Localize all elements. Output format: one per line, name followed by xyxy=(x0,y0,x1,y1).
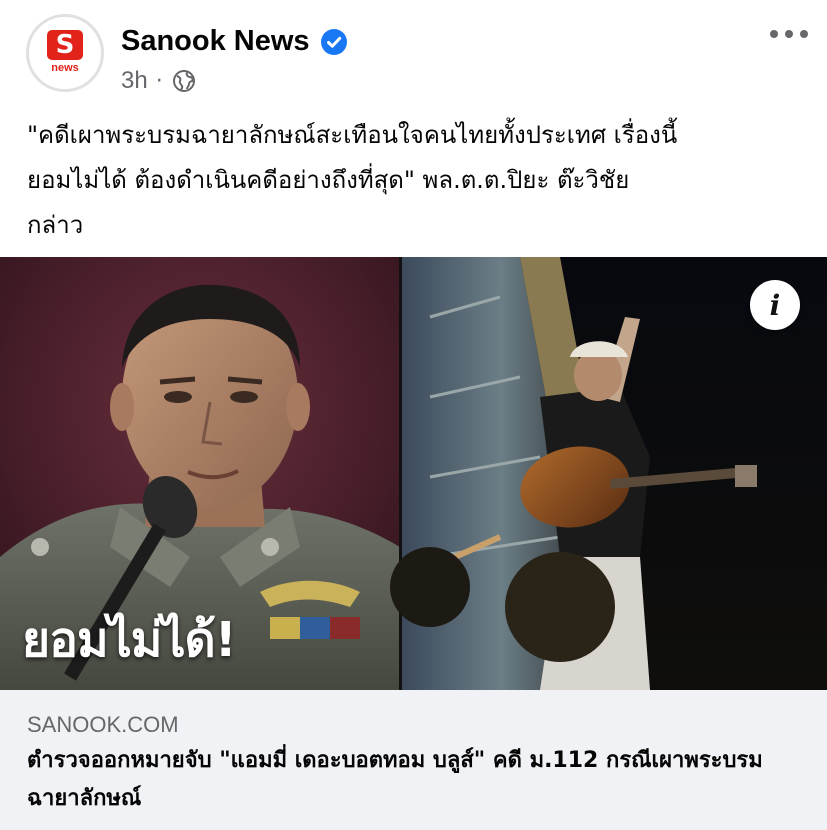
info-icon[interactable]: i xyxy=(750,280,800,330)
post-meta: 3h · xyxy=(121,66,196,96)
link-domain: SANOOK.COM xyxy=(27,712,179,737)
meta-separator: · xyxy=(155,68,163,94)
post-message: "คดีเผาพระบรมฉายาลักษณ์สะเทือนใจคนไทยทั้… xyxy=(27,121,678,239)
more-options-icon[interactable] xyxy=(770,22,808,46)
more-dot xyxy=(785,30,793,38)
link-preview-card[interactable]: SANOOK.COM ตำรวจออกหมายจับ "แอมมี่ เดอะบ… xyxy=(0,690,827,830)
sanook-news-logo: S news xyxy=(43,28,87,78)
logo-letter: S xyxy=(47,30,83,60)
post-header: S news Sanook News 3h · xyxy=(0,0,827,110)
globe-icon xyxy=(172,70,195,92)
more-dot xyxy=(800,30,808,38)
more-dot xyxy=(770,30,778,38)
link-title[interactable]: ตำรวจออกหมายจับ "แอมมี่ เดอะบอตทอม บลูส์… xyxy=(27,742,807,818)
page-avatar[interactable]: S news xyxy=(26,14,104,92)
verified-badge-icon xyxy=(321,29,347,55)
post-image[interactable]: ยอมไม่ได้! i xyxy=(0,257,827,690)
page-name-link[interactable]: Sanook News xyxy=(121,23,310,59)
post-timestamp[interactable]: 3h xyxy=(121,67,148,95)
image-overlay-caption: ยอมไม่ได้! xyxy=(22,612,237,668)
logo-text: news xyxy=(51,62,79,74)
